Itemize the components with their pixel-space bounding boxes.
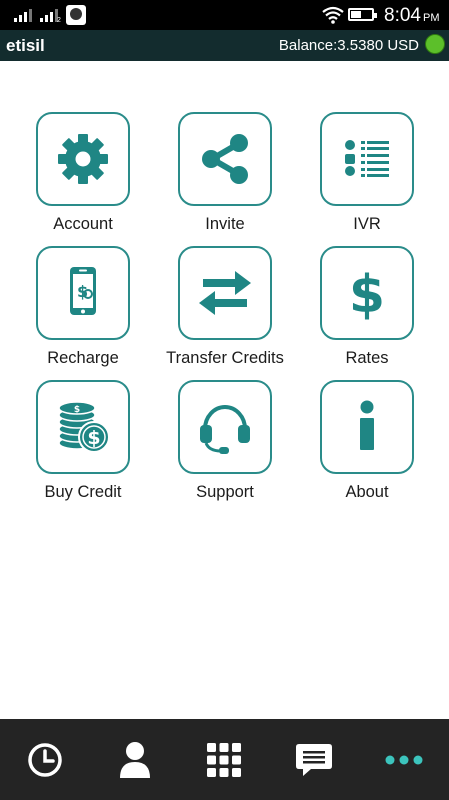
support-button[interactable] [178, 380, 272, 474]
menu-label: About [345, 483, 389, 501]
battery-icon [348, 8, 377, 21]
menu-label: IVR [353, 215, 381, 233]
menu-grid: Account Invite IVR $ Recharge Transfer C… [12, 112, 437, 505]
buy-credit-button[interactable]: $ $ [36, 380, 130, 474]
nav-recents[interactable] [0, 719, 90, 800]
svg-text:$: $ [349, 265, 385, 323]
svg-text:$: $ [87, 427, 100, 449]
info-icon [360, 400, 374, 450]
menu-label: Invite [205, 215, 245, 233]
menu-item-support[interactable]: Support [154, 380, 296, 505]
signal-sim2-icon [40, 8, 58, 22]
menu-item-rates[interactable]: $ Rates [296, 246, 438, 371]
account-button[interactable] [36, 112, 130, 206]
invite-button[interactable] [178, 112, 272, 206]
nav-dialpad[interactable] [180, 719, 270, 800]
headset-icon [200, 405, 250, 454]
signal-sim1-icon [14, 8, 32, 22]
list-icon [345, 140, 389, 177]
menu-label: Support [196, 483, 254, 501]
clock-time: 8:04 [384, 5, 421, 26]
person-icon [119, 741, 150, 778]
svg-text:$: $ [74, 405, 80, 415]
online-status-indicator [425, 34, 445, 54]
app-title: etisil [6, 36, 45, 55]
menu-label: Recharge [47, 349, 119, 367]
menu-item-ivr[interactable]: IVR [296, 112, 438, 237]
about-button[interactable] [320, 380, 414, 474]
app-header: etisil Balance:3.5380 USD [0, 30, 449, 61]
menu-item-account[interactable]: Account [12, 112, 154, 237]
wifi-icon [322, 6, 344, 24]
status-bar: 2 8:04 PM [0, 0, 449, 30]
phone-dollar-icon: $ [70, 267, 96, 315]
recharge-button[interactable]: $ [36, 246, 130, 340]
balance-text: Balance:3.5380 USD [278, 37, 419, 54]
menu-item-recharge[interactable]: $ Recharge [12, 246, 154, 371]
clock-ampm: PM [422, 12, 440, 24]
share-icon [202, 134, 248, 184]
rates-button[interactable]: $ [320, 246, 414, 340]
nav-contacts[interactable] [90, 719, 180, 800]
dialpad-icon [207, 742, 242, 777]
clock-icon [28, 742, 62, 777]
sim2-label: 2 [57, 17, 61, 24]
more-dots-icon [385, 755, 423, 764]
coins-icon: $ $ [58, 401, 110, 453]
menu-item-about[interactable]: About [296, 380, 438, 505]
ivr-button[interactable] [320, 112, 414, 206]
menu-label: Rates [345, 349, 389, 367]
transfer-arrows-icon [199, 271, 251, 315]
menu-item-invite[interactable]: Invite [154, 112, 296, 237]
dollar-icon: $ [349, 265, 385, 323]
app-notification-icon [66, 5, 86, 25]
menu-label: Buy Credit [44, 483, 122, 501]
bottom-navigation [0, 719, 449, 800]
gear-icon [58, 134, 108, 184]
chat-icon [296, 743, 333, 776]
menu-label: Account [53, 215, 113, 233]
menu-label: Transfer Credits [166, 349, 284, 367]
menu-item-transfer-credits[interactable]: Transfer Credits [154, 246, 296, 371]
nav-more[interactable] [359, 719, 449, 800]
transfer-credits-button[interactable] [178, 246, 272, 340]
nav-messages[interactable] [269, 719, 359, 800]
menu-item-buy-credit[interactable]: $ $ Buy Credit [12, 380, 154, 505]
status-clock: 8:04 PM [384, 5, 439, 27]
